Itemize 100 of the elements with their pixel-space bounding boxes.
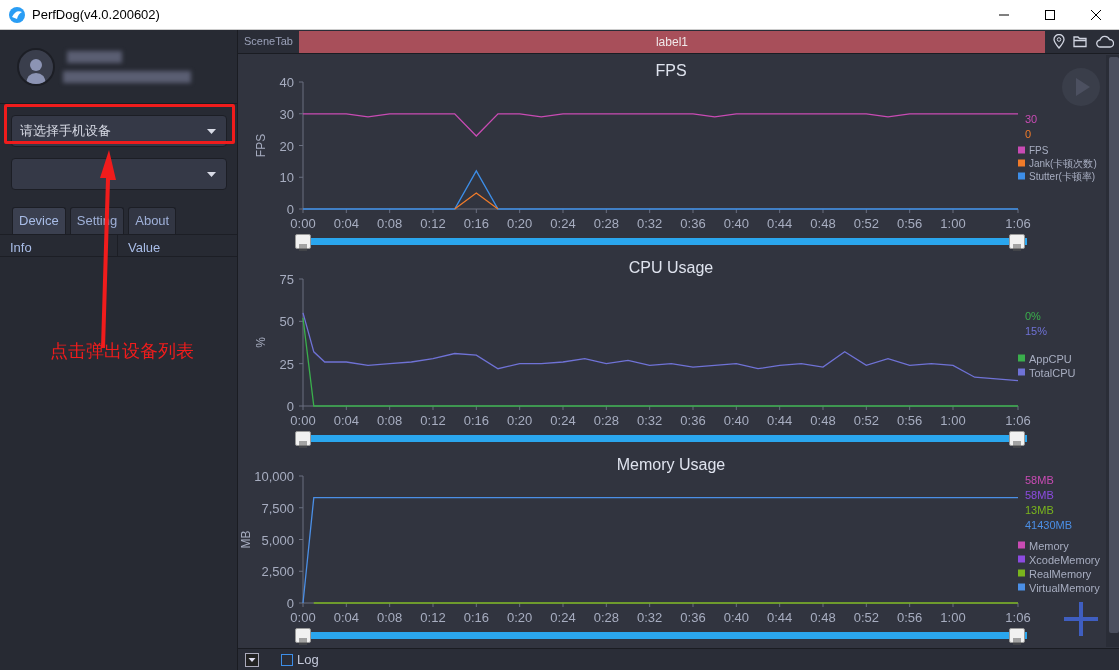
chart-title: FPS [655, 62, 687, 79]
annotation-text: 点击弹出设备列表 [50, 340, 194, 363]
legend-label: XcodeMemory [1029, 553, 1100, 566]
log-checkbox[interactable] [281, 653, 293, 666]
x-tick-label: 0:08 [377, 413, 403, 428]
y-tick-label: 0 [286, 399, 294, 414]
legend-label: AppCPU [1029, 352, 1072, 365]
slider-handle[interactable] [295, 628, 311, 643]
x-tick-label: 0:00 [290, 610, 316, 625]
panel-tab[interactable]: Device [12, 207, 66, 234]
y-tick-label: 7,500 [261, 500, 294, 516]
close-icon [1090, 8, 1102, 21]
reading-value: 58MB [1025, 489, 1054, 501]
legend-label: TotalCPU [1029, 366, 1076, 379]
y-axis-label: MB [239, 530, 253, 549]
panel-toggle-icon[interactable] [245, 652, 259, 667]
x-tick-label: 0:20 [507, 610, 533, 625]
plus-icon[interactable] [1064, 602, 1098, 636]
reading-value: 13MB [1025, 504, 1054, 516]
x-tick-label: 0:28 [593, 413, 619, 428]
x-tick-label: 1:00 [940, 413, 966, 428]
y-tick-label: 10,000 [254, 469, 294, 484]
x-tick-label: 0:56 [897, 413, 923, 428]
legend-label: VirtualMemory [1029, 581, 1100, 594]
slider-handle[interactable] [295, 431, 311, 446]
slider-handle[interactable] [1009, 431, 1025, 446]
reading-value: 0% [1025, 310, 1041, 322]
log-label: Log [297, 650, 319, 669]
reading-value: 58MB [1025, 474, 1054, 486]
cloud-icon[interactable] [1096, 35, 1114, 48]
y-tick-label: 0 [286, 596, 294, 611]
slider-handle[interactable] [295, 234, 311, 249]
x-tick-label: 1:00 [940, 216, 966, 231]
x-tick-label: 0:52 [853, 610, 879, 625]
x-tick-label: 0:36 [680, 216, 706, 231]
scene-tab-label: SceneTab [243, 34, 294, 50]
x-tick-label: 0:28 [593, 216, 619, 231]
y-tick-label: 2,500 [261, 564, 294, 580]
x-tick-label: 0:56 [897, 610, 923, 625]
app-logo-icon [8, 5, 26, 24]
scene-label-bar[interactable]: label1 [298, 30, 1045, 53]
x-tick-label: 1:06 [1005, 413, 1031, 428]
x-tick-label: 1:06 [1005, 216, 1031, 231]
y-tick-label: 40 [279, 75, 294, 90]
panel-tab[interactable]: About [128, 207, 177, 234]
x-tick-label: 0:32 [637, 216, 663, 231]
x-tick-label: 0:44 [767, 413, 793, 428]
reading-value: 41430MB [1025, 519, 1073, 531]
x-tick-label: 0:32 [637, 610, 663, 625]
x-tick-label: 0:40 [723, 610, 749, 625]
folder-icon[interactable] [1073, 35, 1088, 48]
legend-label: FPS [1029, 145, 1049, 156]
time-range-slider[interactable] [295, 233, 1027, 250]
y-tick-label: 25 [279, 356, 294, 372]
x-tick-label: 0:52 [853, 413, 879, 428]
chart-title: Memory Usage [616, 456, 726, 473]
x-tick-label: 0:08 [377, 610, 403, 625]
x-tick-label: 0:48 [810, 413, 836, 428]
x-tick-label: 1:06 [1005, 610, 1031, 625]
x-tick-label: 0:16 [463, 610, 489, 625]
avatar [17, 47, 55, 86]
caret-icon [207, 128, 216, 134]
x-tick-label: 1:00 [940, 610, 966, 625]
app-dropdown[interactable] [11, 158, 227, 190]
time-range-slider[interactable] [295, 627, 1027, 644]
x-tick-label: 0:40 [723, 216, 749, 231]
slider-handle[interactable] [1009, 234, 1025, 249]
legend-label: Memory [1029, 539, 1069, 552]
x-tick-label: 0:12 [420, 216, 446, 231]
x-tick-label: 0:16 [463, 216, 489, 231]
x-tick-label: 0:48 [810, 216, 836, 231]
x-tick-label: 0:52 [853, 216, 879, 231]
y-tick-label: 20 [279, 138, 294, 154]
x-tick-label: 0:44 [767, 610, 793, 625]
location-pin-icon[interactable] [1053, 34, 1065, 49]
y-tick-label: 10 [279, 170, 294, 186]
x-tick-label: 0:32 [637, 413, 663, 428]
caret-icon [207, 171, 216, 177]
x-tick-label: 0:56 [897, 216, 923, 231]
reading-value: 0 [1025, 128, 1032, 140]
time-range-slider[interactable] [295, 430, 1027, 447]
x-tick-label: 0:36 [680, 610, 706, 625]
reading-value: 30 [1025, 113, 1038, 125]
x-tick-label: 0:36 [680, 413, 706, 428]
x-tick-label: 0:12 [420, 610, 446, 625]
x-tick-label: 0:24 [550, 216, 576, 231]
x-tick-label: 0:00 [290, 413, 316, 428]
vertical-scrollbar[interactable] [1106, 55, 1119, 647]
slider-handle[interactable] [1009, 628, 1025, 643]
blurred-username [67, 50, 122, 63]
window-title: PerfDog(v4.0.200602) [32, 5, 160, 24]
y-tick-label: 50 [279, 314, 294, 330]
x-tick-label: 0:04 [333, 216, 359, 231]
x-tick-label: 0:12 [420, 413, 446, 428]
x-tick-label: 0:08 [377, 216, 403, 231]
maximize-icon [1044, 8, 1056, 21]
y-tick-label: 0 [286, 202, 294, 217]
x-tick-label: 0:04 [333, 610, 359, 625]
x-tick-label: 0:20 [507, 413, 533, 428]
legend-label: Jank(卡顿次数) [1029, 158, 1097, 169]
